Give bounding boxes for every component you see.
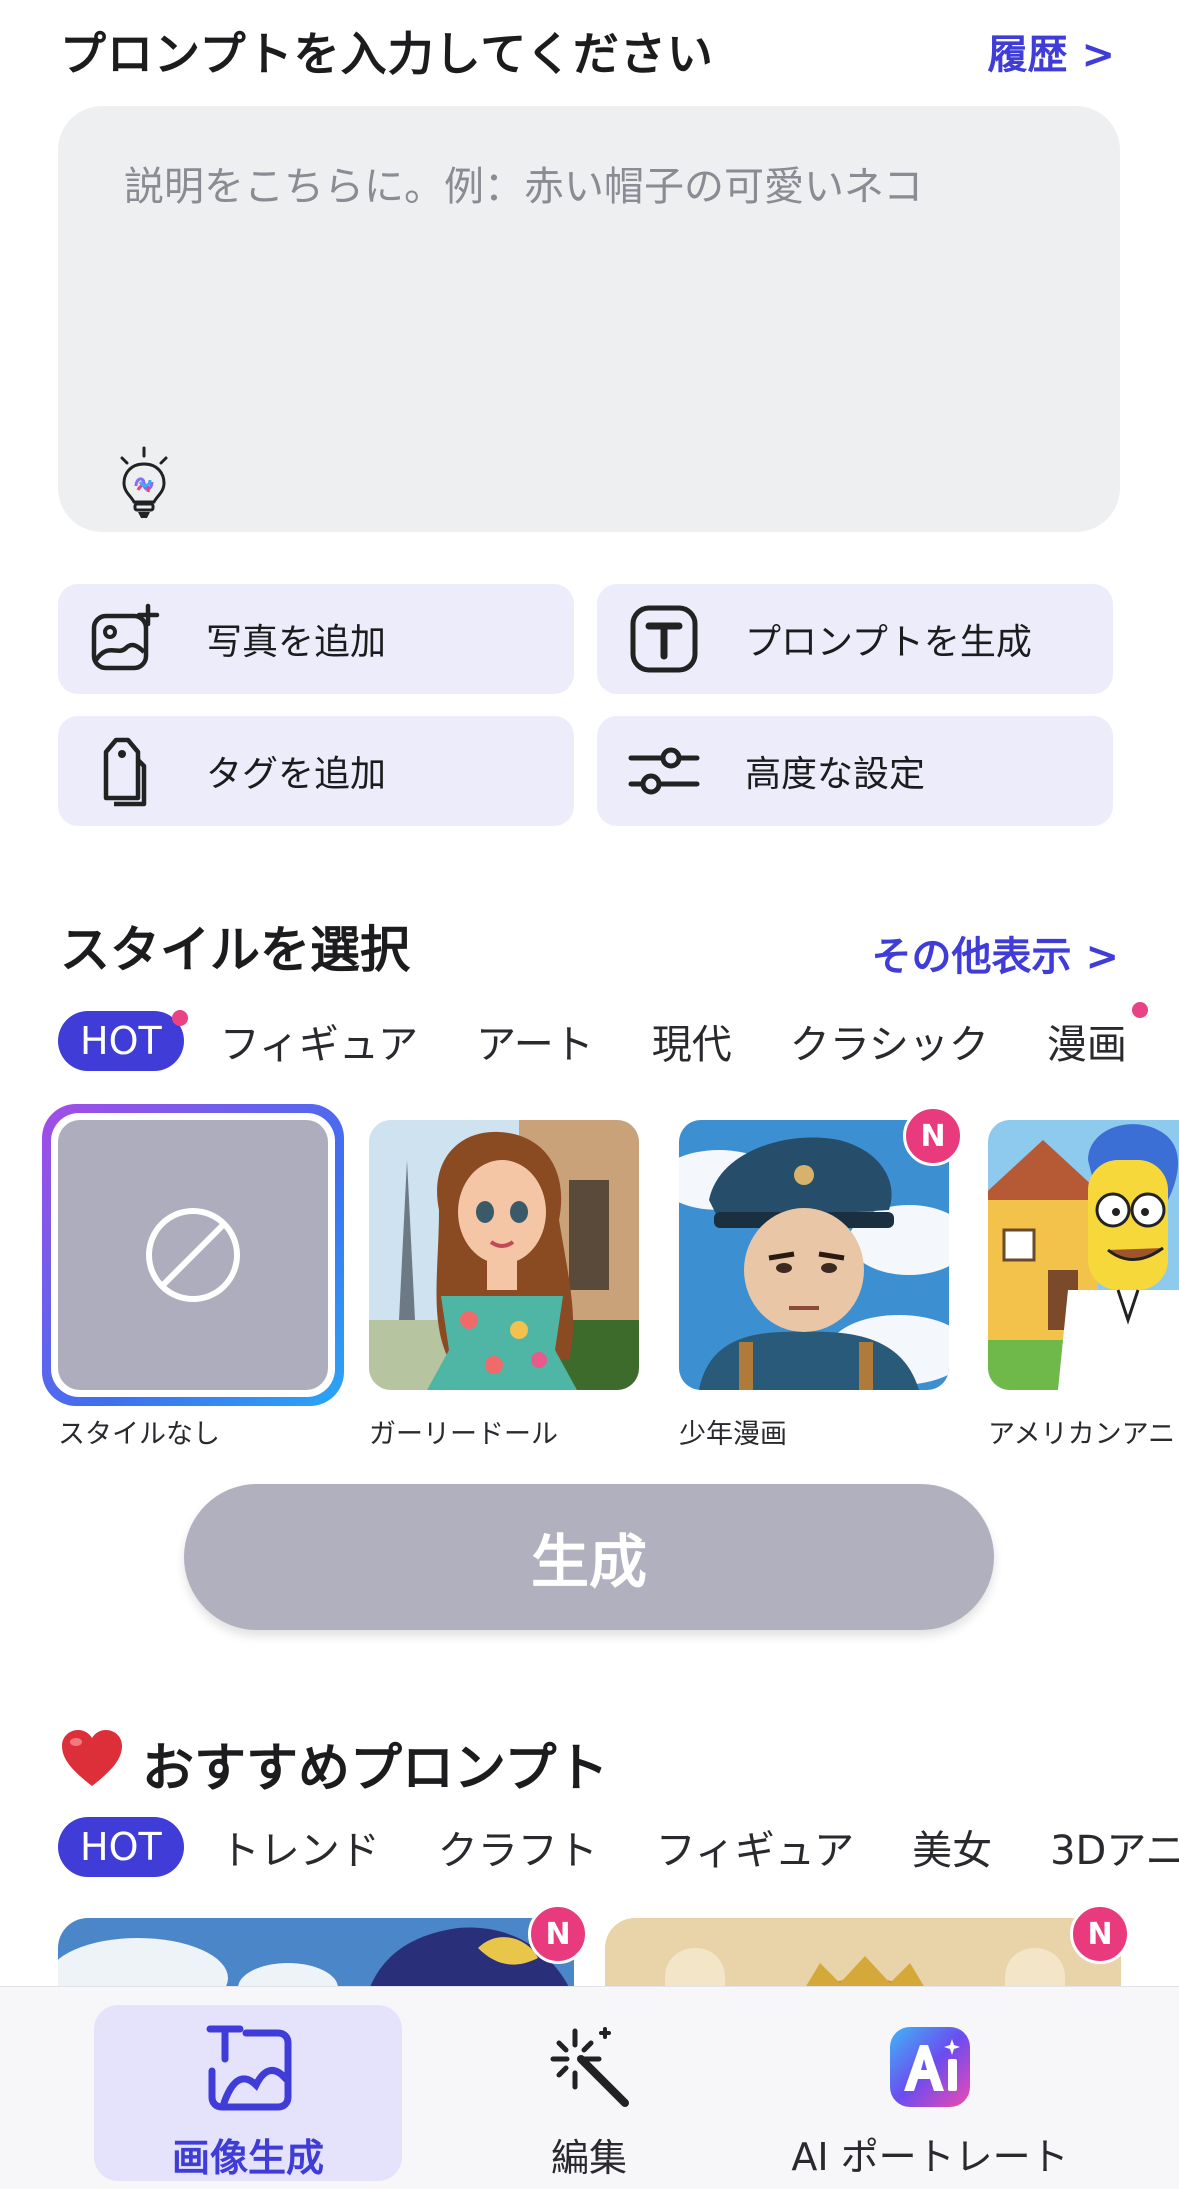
style-thumb-shonen-manga (679, 1120, 949, 1390)
style-label-shonen-manga: 少年漫画 (679, 1419, 787, 1450)
style-label-american-anime: アメリカンアニ (988, 1419, 1176, 1450)
rec-tab-trend[interactable]: トレンド (220, 1818, 380, 1876)
prompt-title: プロンプトを入力してください (60, 27, 714, 81)
add-photo-button[interactable]: 写真を追加 (58, 584, 574, 694)
ai-app-icon (882, 2019, 978, 2114)
rec-tab-3d-anime[interactable]: 3Dアニ (1050, 1818, 1179, 1876)
advanced-settings-button[interactable]: 高度な設定 (597, 716, 1113, 826)
nav-label-ai-portrait: AI ポートレート (791, 2135, 1069, 2179)
style-thumb-none (58, 1120, 328, 1390)
style-tab-figure[interactable]: フィギュア (220, 1012, 418, 1070)
image-generate-icon (200, 2019, 296, 2115)
recommended-title: おすすめプロンプト (142, 1739, 609, 1799)
style-tab-classic[interactable]: クラシック (790, 1012, 989, 1070)
add-tag-button[interactable]: タグを追加 (58, 716, 574, 826)
add-photo-icon (88, 602, 162, 676)
tag-icon (88, 734, 162, 808)
style-tab-row: HOT フィギュア アート 現代 クラシック 漫画 (58, 1008, 1179, 1074)
rec-tab-figure[interactable]: フィギュア (656, 1818, 854, 1876)
style-section-title: スタイルを選択 (60, 921, 410, 979)
prompt-input[interactable]: 説明をこちらに。例：赤い帽子の可愛いネコ (58, 106, 1120, 532)
new-badge: N (1070, 1904, 1130, 1964)
manga-tab-new-dot (1132, 1002, 1148, 1018)
style-card-girly-doll[interactable]: ガーリードール (369, 1120, 639, 1451)
no-style-icon (146, 1208, 240, 1302)
style-thumb-girly-doll (369, 1120, 639, 1390)
style-card-shonen-manga[interactable]: N 少年漫画 (679, 1106, 963, 1451)
new-badge: N (903, 1106, 963, 1166)
nav-label-image-generate: 画像生成 (171, 2136, 324, 2180)
generate-prompt-button[interactable]: プロンプトを生成 (597, 584, 1113, 694)
text-t-icon (627, 602, 701, 676)
rec-tab-hot[interactable]: HOT (58, 1817, 184, 1877)
add-tag-label: タグを追加 (206, 754, 387, 795)
heart-icon (60, 1728, 124, 1788)
history-link[interactable]: 履歴 > (988, 22, 1115, 80)
nav-image-generate[interactable]: 画像生成 (94, 2005, 402, 2181)
style-tab-art[interactable]: アート (476, 1012, 594, 1070)
style-thumb-american-anime (988, 1120, 1179, 1390)
style-tab-modern[interactable]: 現代 (652, 1012, 732, 1070)
nav-ai-portrait[interactable]: AI ポートレート (780, 2005, 1080, 2181)
show-more-link[interactable]: その他表示 > (872, 924, 1119, 982)
style-tab-hot[interactable]: HOT (58, 1011, 184, 1071)
style-label-girly-doll: ガーリードール (369, 1419, 558, 1450)
nav-edit[interactable]: 編集 (478, 2005, 700, 2181)
style-card-american-anime[interactable]: アメリカンアニ (988, 1120, 1179, 1451)
style-tab-manga[interactable]: 漫画 (1047, 1012, 1127, 1070)
generate-prompt-label: プロンプトを生成 (745, 622, 1032, 663)
recommended-tab-row: HOT トレンド クラフト フィギュア 美女 3Dアニ (58, 1814, 1179, 1880)
advanced-settings-label: 高度な設定 (745, 754, 926, 795)
bottom-nav: 画像生成 編集 AI ポートレート (0, 1986, 1179, 2189)
rec-tab-beauty[interactable]: 美女 (912, 1818, 992, 1876)
hot-tab-new-dot (172, 1010, 188, 1026)
lightbulb-icon[interactable] (114, 446, 174, 522)
style-label-none: スタイルなし (58, 1419, 220, 1450)
magic-wand-icon (541, 2019, 637, 2115)
style-card-none[interactable]: スタイルなし (42, 1104, 344, 1451)
rec-tab-craft[interactable]: クラフト (438, 1818, 598, 1876)
nav-label-edit: 編集 (550, 2136, 627, 2180)
new-badge: N (528, 1904, 588, 1964)
add-photo-label: 写真を追加 (206, 622, 387, 663)
prompt-placeholder: 説明をこちらに。例：赤い帽子の可愛いネコ (124, 164, 924, 210)
sliders-icon (627, 734, 701, 808)
generate-button[interactable]: 生成 (184, 1484, 994, 1630)
